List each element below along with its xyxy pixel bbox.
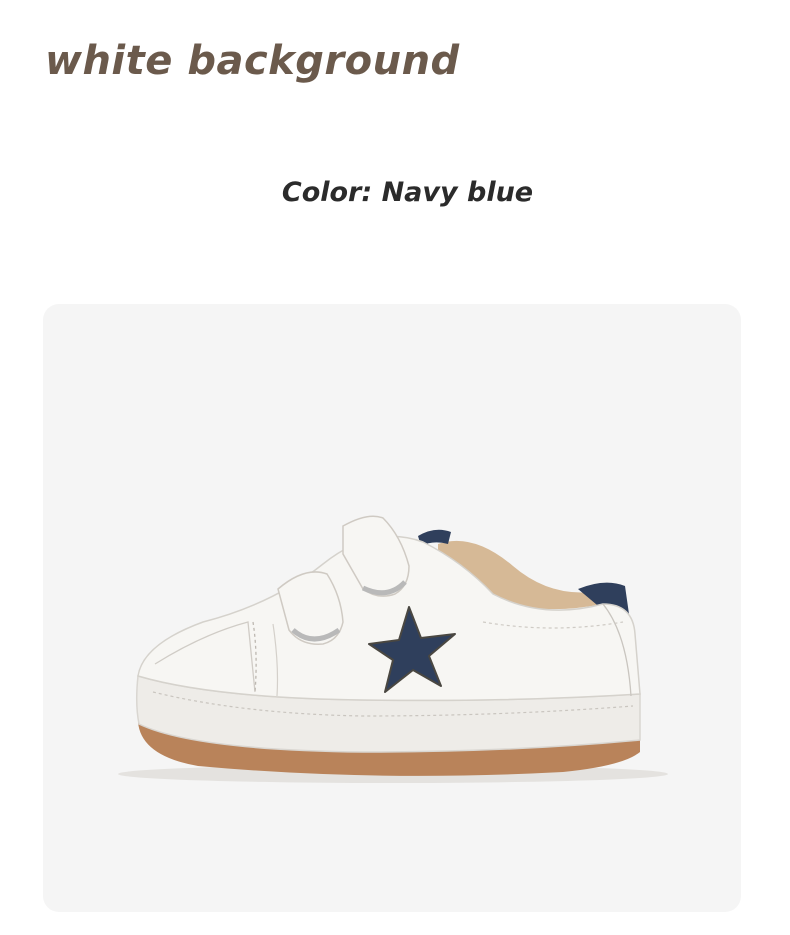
color-label: Color: Navy blue [281,177,534,208]
sneaker-image [118,515,668,783]
product-image-card [43,304,741,912]
page-title: white background [45,38,460,84]
